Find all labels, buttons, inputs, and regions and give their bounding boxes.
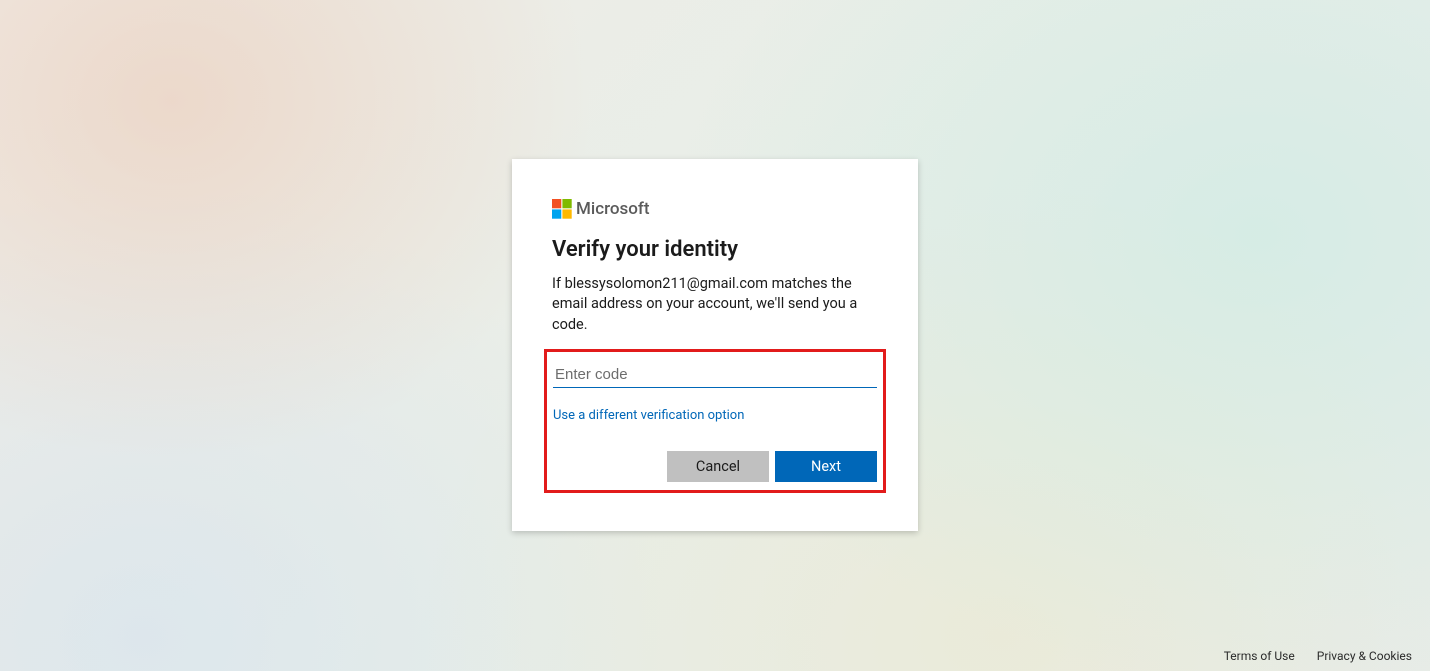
brand-row: Microsoft xyxy=(552,199,878,219)
privacy-cookies-link[interactable]: Privacy & Cookies xyxy=(1317,649,1412,663)
cancel-button[interactable]: Cancel xyxy=(667,451,769,482)
microsoft-logo-icon xyxy=(552,199,572,219)
brand-name: Microsoft xyxy=(576,199,650,219)
page-background: Microsoft Verify your identity If blessy… xyxy=(0,0,1430,671)
button-row: Cancel Next xyxy=(553,451,877,482)
instruction-text: If blessysolomon211@gmail.com matches th… xyxy=(552,274,878,335)
different-verification-link[interactable]: Use a different verification option xyxy=(553,408,744,423)
next-button[interactable]: Next xyxy=(775,451,877,482)
footer-links: Terms of Use Privacy & Cookies xyxy=(1224,649,1412,663)
page-title: Verify your identity xyxy=(552,237,878,262)
verify-identity-card: Microsoft Verify your identity If blessy… xyxy=(512,159,918,531)
highlighted-region: Use a different verification option Canc… xyxy=(544,349,886,493)
terms-of-use-link[interactable]: Terms of Use xyxy=(1224,649,1295,663)
code-input[interactable] xyxy=(553,362,877,388)
